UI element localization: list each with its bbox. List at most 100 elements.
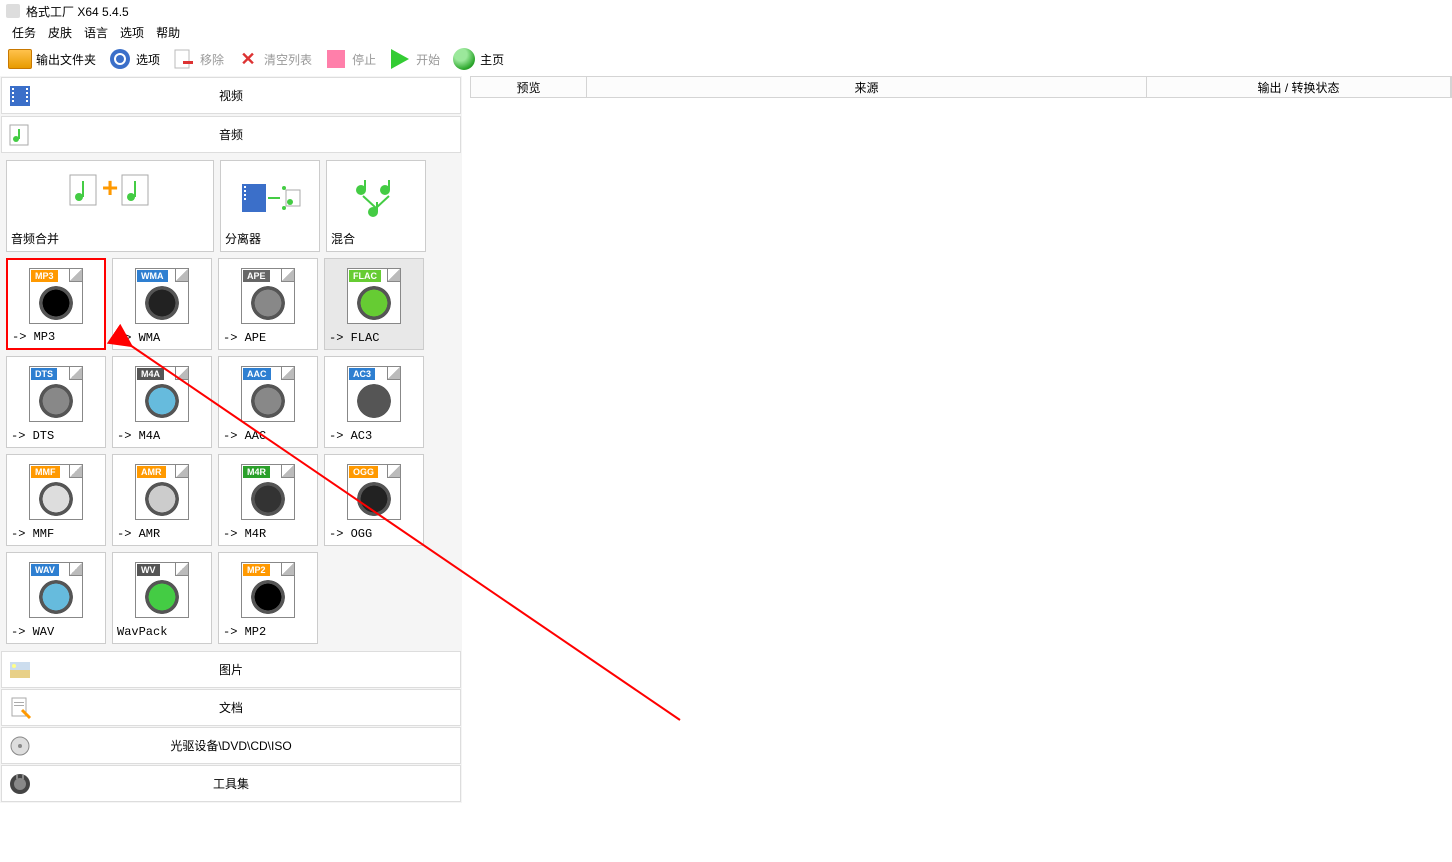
left-panel: 视频 音频 + 音频合并 分离器 混合 MP3-> MP3WMA-> WMAAP… xyxy=(0,76,462,803)
drive-icon xyxy=(8,734,32,758)
format-label: -> AC3 xyxy=(329,427,419,443)
format-tile-ac3[interactable]: AC3-> AC3 xyxy=(324,356,424,448)
picture-icon xyxy=(8,658,32,682)
picture-label: 图片 xyxy=(219,661,243,678)
col-source[interactable]: 来源 xyxy=(587,77,1147,97)
menu-options[interactable]: 选项 xyxy=(120,24,144,41)
splitter-icon xyxy=(225,165,315,230)
file-icon: WV xyxy=(117,557,207,623)
format-tile-wv[interactable]: WVWavPack xyxy=(112,552,212,644)
menu-language[interactable]: 语言 xyxy=(84,24,108,41)
tools-label: 工具集 xyxy=(213,775,249,792)
home-button[interactable]: 主页 xyxy=(452,47,504,71)
right-panel: 预览 来源 输出 / 转换状态 xyxy=(462,76,1452,803)
output-folder-button[interactable]: 输出文件夹 xyxy=(8,47,96,71)
document-icon xyxy=(8,696,32,720)
file-icon: MP2 xyxy=(223,557,313,623)
format-label: -> APE xyxy=(223,329,313,345)
start-label: 开始 xyxy=(416,51,440,68)
task-table-header: 预览 来源 输出 / 转换状态 xyxy=(470,76,1452,98)
format-label: -> MMF xyxy=(11,525,101,541)
menubar: 任务 皮肤 语言 选项 帮助 xyxy=(0,22,1452,42)
stop-label: 停止 xyxy=(352,51,376,68)
splitter-label: 分离器 xyxy=(225,230,315,247)
file-icon: MP3 xyxy=(12,264,100,328)
format-tile-ogg[interactable]: OGG-> OGG xyxy=(324,454,424,546)
file-icon: WAV xyxy=(11,557,101,623)
play-icon xyxy=(388,47,412,71)
format-label: -> M4A xyxy=(117,427,207,443)
merge-label: 音频合并 xyxy=(11,230,209,247)
format-tile-m4a[interactable]: M4A-> M4A xyxy=(112,356,212,448)
toolbar: 输出文件夹 选项 移除 ✕ 清空列表 停止 开始 主页 xyxy=(0,42,1452,76)
format-tile-wma[interactable]: WMA-> WMA xyxy=(112,258,212,350)
format-label: -> FLAC xyxy=(329,329,419,345)
format-tile-mp3[interactable]: MP3-> MP3 xyxy=(6,258,106,350)
file-icon: OGG xyxy=(329,459,419,525)
col-preview[interactable]: 预览 xyxy=(471,77,587,97)
audio-grid: + 音频合并 分离器 混合 MP3-> MP3WMA-> WMAAPE-> AP… xyxy=(0,154,462,650)
options-button[interactable]: 选项 xyxy=(108,47,160,71)
file-icon: APE xyxy=(223,263,313,329)
format-tile-mp2[interactable]: MP2-> MP2 xyxy=(218,552,318,644)
audio-icon xyxy=(8,123,32,147)
col-output-state[interactable]: 输出 / 转换状态 xyxy=(1147,77,1451,97)
document-label: 文档 xyxy=(219,699,243,716)
app-icon xyxy=(6,4,20,18)
clear-icon: ✕ xyxy=(236,47,260,71)
format-label: -> M4R xyxy=(223,525,313,541)
format-tile-amr[interactable]: AMR-> AMR xyxy=(112,454,212,546)
video-icon xyxy=(8,84,32,108)
menu-help[interactable]: 帮助 xyxy=(156,24,180,41)
format-tile-aac[interactable]: AAC-> AAC xyxy=(218,356,318,448)
clear-label: 清空列表 xyxy=(264,51,312,68)
audio-mix-tile[interactable]: 混合 xyxy=(326,160,426,252)
folder-icon xyxy=(8,49,32,69)
format-tile-dts[interactable]: DTS-> DTS xyxy=(6,356,106,448)
category-video[interactable]: 视频 xyxy=(1,77,461,114)
format-tile-wav[interactable]: WAV-> WAV xyxy=(6,552,106,644)
category-drive[interactable]: 光驱设备\DVD\CD\ISO xyxy=(1,727,461,764)
format-tile-flac[interactable]: FLAC-> FLAC xyxy=(324,258,424,350)
file-icon: MMF xyxy=(11,459,101,525)
format-label: WavPack xyxy=(117,623,207,639)
clear-list-button[interactable]: ✕ 清空列表 xyxy=(236,47,312,71)
output-folder-label: 输出文件夹 xyxy=(36,51,96,68)
options-icon xyxy=(108,47,132,71)
file-icon: AMR xyxy=(117,459,207,525)
format-label: -> WAV xyxy=(11,623,101,639)
audio-merge-tile[interactable]: + 音频合并 xyxy=(6,160,214,252)
titlebar: 格式工厂 X64 5.4.5 xyxy=(0,0,1452,22)
category-tools[interactable]: 工具集 xyxy=(1,765,461,802)
drive-label: 光驱设备\DVD\CD\ISO xyxy=(170,737,291,754)
format-tile-m4r[interactable]: M4R-> M4R xyxy=(218,454,318,546)
format-label: -> MP2 xyxy=(223,623,313,639)
menu-task[interactable]: 任务 xyxy=(12,24,36,41)
format-label: -> AAC xyxy=(223,427,313,443)
category-picture[interactable]: 图片 xyxy=(1,651,461,688)
format-label: -> DTS xyxy=(11,427,101,443)
file-icon: FLAC xyxy=(329,263,419,329)
globe-icon xyxy=(452,47,476,71)
file-icon: WMA xyxy=(117,263,207,329)
format-label: -> MP3 xyxy=(12,328,100,344)
svg-text:+: + xyxy=(102,172,118,203)
stop-icon xyxy=(324,47,348,71)
remove-label: 移除 xyxy=(200,51,224,68)
category-document[interactable]: 文档 xyxy=(1,689,461,726)
start-button[interactable]: 开始 xyxy=(388,47,440,71)
format-tile-ape[interactable]: APE-> APE xyxy=(218,258,318,350)
mix-label: 混合 xyxy=(331,230,421,247)
format-tile-mmf[interactable]: MMF-> MMF xyxy=(6,454,106,546)
remove-button[interactable]: 移除 xyxy=(172,47,224,71)
audio-splitter-tile[interactable]: 分离器 xyxy=(220,160,320,252)
stop-button[interactable]: 停止 xyxy=(324,47,376,71)
merge-icon: + xyxy=(60,167,160,217)
file-icon: M4R xyxy=(223,459,313,525)
menu-skin[interactable]: 皮肤 xyxy=(48,24,72,41)
remove-icon xyxy=(172,47,196,71)
file-icon: DTS xyxy=(11,361,101,427)
category-audio[interactable]: 音频 xyxy=(1,116,461,153)
file-icon: M4A xyxy=(117,361,207,427)
audio-label: 音频 xyxy=(219,126,243,143)
